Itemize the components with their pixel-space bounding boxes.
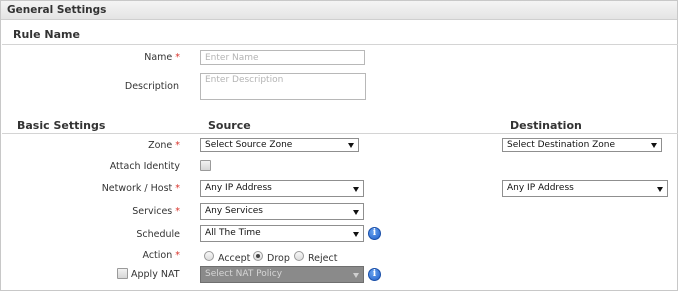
rule-name-divider [2,44,678,45]
action-accept-label[interactable]: Accept [218,253,250,264]
basic-settings-section-title: Basic Settings [17,119,106,132]
destination-network-value: Any IP Address [507,183,574,193]
dropdown-arrow-icon [353,187,359,192]
required-marker: * [175,140,180,151]
required-marker: * [175,52,180,63]
nat-info-icon[interactable]: i [368,268,381,281]
dropdown-arrow-icon [657,187,663,192]
dropdown-arrow-icon [353,232,359,237]
services-label: Services * [132,206,180,217]
name-input[interactable] [200,50,365,65]
panel-header: General Settings [1,1,677,20]
required-marker: * [175,183,180,194]
general-settings-panel: General Settings Rule Name Name* Descrip… [0,0,678,291]
action-drop-radio[interactable] [253,251,263,261]
action-reject-radio[interactable] [294,251,304,261]
services-select[interactable]: Any Services [200,203,364,220]
description-textarea[interactable] [200,73,366,100]
required-marker: * [175,206,180,217]
nat-policy-select[interactable]: Select NAT Policy [200,266,364,283]
dropdown-arrow-icon [348,143,354,148]
action-label: Action * [142,250,180,261]
zone-label: Zone * [148,140,180,151]
panel-title: General Settings [7,4,107,16]
basic-settings-divider [2,133,678,134]
source-column-title: Source [208,119,251,132]
attach-identity-label: Attach Identity [109,161,180,172]
action-accept-radio[interactable] [204,251,214,261]
destination-network-select[interactable]: Any IP Address [502,180,668,197]
source-network-value: Any IP Address [205,183,272,193]
dropdown-arrow-icon [651,143,657,148]
services-value: Any Services [205,206,263,216]
schedule-value: All The Time [205,228,261,238]
destination-column-title: Destination [510,119,582,132]
source-network-select[interactable]: Any IP Address [200,180,364,197]
destination-zone-value: Select Destination Zone [507,140,616,150]
apply-nat-checkbox[interactable] [117,268,128,279]
destination-zone-select[interactable]: Select Destination Zone [502,138,662,152]
schedule-label: Schedule [136,229,180,240]
schedule-info-icon[interactable]: i [368,227,381,240]
description-label: Description [124,81,179,92]
apply-nat-label[interactable]: Apply NAT [131,269,180,280]
dropdown-arrow-icon [353,210,359,215]
action-reject-label[interactable]: Reject [308,253,337,264]
action-drop-label[interactable]: Drop [267,253,290,264]
name-label: Name * [144,52,180,63]
network-host-label: Network / Host * [101,183,180,194]
source-zone-value: Select Source Zone [205,140,293,150]
rule-name-section-title: Rule Name [13,28,80,41]
dropdown-arrow-icon [353,273,359,278]
required-marker: * [175,250,180,261]
nat-policy-value: Select NAT Policy [205,269,283,279]
source-zone-select[interactable]: Select Source Zone [200,138,359,152]
attach-identity-checkbox[interactable] [200,160,211,171]
schedule-select[interactable]: All The Time [200,225,364,242]
